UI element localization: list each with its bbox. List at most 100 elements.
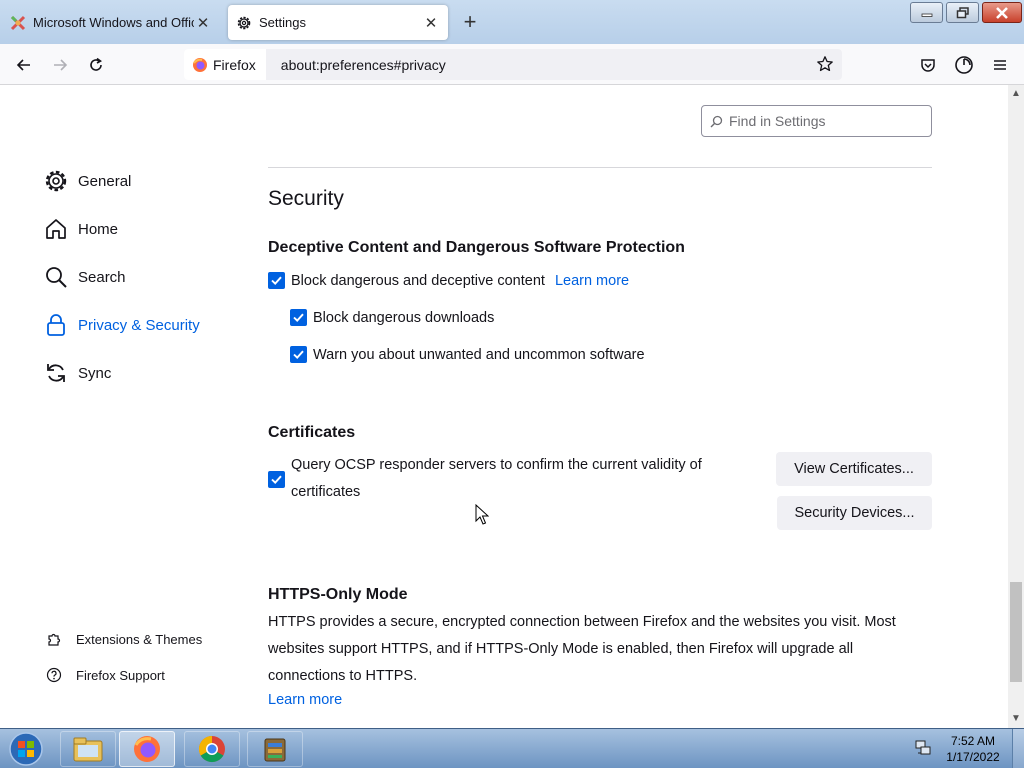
block-deceptive-content-label[interactable]: Block dangerous and deceptive content [291, 273, 545, 289]
pocket-button[interactable] [914, 52, 942, 78]
sync-icon [47, 364, 65, 382]
minimize-button[interactable] [910, 2, 943, 23]
address-bar[interactable]: Firefox about:preferences#privacy [184, 49, 842, 80]
navigation-toolbar: Firefox about:preferences#privacy [0, 44, 1024, 85]
chrome-icon [198, 735, 225, 763]
firefox-icon [134, 736, 160, 762]
restore-icon [956, 6, 969, 18]
forward-button[interactable] [46, 52, 74, 78]
ocsp-row: Query OCSP responder servers to confirm … [268, 452, 738, 506]
sidebar-item-general[interactable]: General [44, 166, 131, 196]
forward-arrow-icon [54, 59, 68, 71]
preferences-page: Find in Settings General Home Search Pri… [0, 85, 1008, 728]
search-placeholder: Find in Settings [729, 113, 826, 129]
taskbar-archive-tool[interactable] [247, 731, 303, 767]
find-in-settings-input[interactable]: Find in Settings [701, 105, 932, 137]
block-downloads-label[interactable]: Block dangerous downloads [313, 310, 494, 326]
taskbar-file-explorer[interactable] [60, 731, 116, 767]
sidebar-item-label: Privacy & Security [78, 316, 200, 334]
learn-more-link[interactable]: Learn more [555, 273, 629, 289]
minimize-icon [921, 13, 932, 17]
scroll-down-icon[interactable]: ▼ [1011, 714, 1021, 724]
warn-unwanted-checkbox[interactable] [290, 346, 307, 363]
clock-time: 7:52 AM [950, 734, 996, 748]
scroll-up-icon[interactable]: ▲ [1011, 89, 1021, 99]
sidebar-footer-label: Firefox Support [76, 667, 165, 683]
search-icon [46, 267, 67, 288]
sidebar-item-sync[interactable]: Sync [44, 358, 111, 388]
firefox-icon [193, 57, 207, 72]
block-downloads-row: Block dangerous downloads [290, 309, 494, 326]
mouse-cursor-icon [475, 504, 489, 525]
network-icon[interactable] [914, 739, 932, 757]
account-button[interactable] [950, 52, 978, 78]
scrollbar-thumb[interactable] [1010, 582, 1022, 682]
sidebar-extensions-themes[interactable]: Extensions & Themes [46, 629, 202, 649]
sidebar-item-home[interactable]: Home [44, 214, 118, 244]
tab-title: Microsoft Windows and Office [33, 15, 194, 30]
ocsp-checkbox[interactable] [268, 470, 285, 488]
tab-title: Settings [259, 15, 306, 30]
checkmark-icon [271, 475, 282, 484]
sidebar-footer-label: Extensions & Themes [76, 631, 203, 647]
sidebar-item-label: General [78, 172, 132, 190]
back-button[interactable] [10, 52, 38, 78]
windows-logo-icon [9, 732, 43, 766]
puzzle-icon [48, 633, 61, 646]
help-icon [46, 667, 62, 683]
url-text[interactable]: about:preferences#privacy [281, 57, 446, 73]
block-downloads-checkbox[interactable] [290, 309, 307, 326]
tab-settings[interactable]: Settings ✕ [228, 5, 448, 40]
ocsp-label[interactable]: Query OCSP responder servers to confirm … [291, 452, 738, 506]
sidebar-item-label: Sync [78, 364, 112, 382]
start-button[interactable] [4, 731, 48, 767]
warn-unwanted-label[interactable]: Warn you about unwanted and uncommon sof… [313, 347, 645, 363]
window-close-button[interactable] [982, 2, 1022, 23]
close-icon[interactable]: ✕ [194, 14, 212, 32]
sidebar-item-privacy-security[interactable]: Privacy & Security [44, 310, 200, 340]
clock-date: 1/17/2022 [946, 750, 1000, 764]
taskbar-chrome[interactable] [184, 731, 240, 767]
hamburger-menu-icon [994, 60, 1006, 70]
taskbar-firefox[interactable] [119, 731, 175, 767]
sidebar-firefox-support[interactable]: Firefox Support [46, 665, 165, 685]
sidebar-item-label: Home [78, 220, 119, 238]
section-title-security: Security [268, 187, 344, 210]
identity-box[interactable]: Firefox [184, 49, 266, 80]
reload-button[interactable] [82, 52, 110, 78]
vertical-scrollbar[interactable]: ▲ ▼ [1008, 85, 1024, 728]
sidebar-item-label: Search [78, 268, 126, 286]
restore-button[interactable] [946, 2, 979, 23]
bookmark-star-icon[interactable] [816, 55, 834, 73]
show-desktop-button[interactable] [1012, 729, 1024, 768]
block-deceptive-content-row: Block dangerous and deceptive content Le… [268, 272, 629, 289]
sidebar-item-search[interactable]: Search [44, 262, 126, 292]
file-explorer-icon [73, 737, 103, 762]
warn-unwanted-row: Warn you about unwanted and uncommon sof… [290, 346, 645, 363]
tab-strip: Microsoft Windows and Office ✕ Settings … [0, 0, 1024, 44]
tab-microsoft-windows[interactable]: Microsoft Windows and Office ✕ [6, 5, 220, 40]
certificates-heading: Certificates [268, 424, 356, 441]
security-devices-button[interactable]: Security Devices... [777, 496, 932, 530]
identity-label: Firefox [213, 56, 256, 73]
close-icon [996, 6, 1008, 19]
search-icon [710, 115, 723, 127]
new-tab-button[interactable]: + [459, 9, 481, 34]
back-arrow-icon [16, 59, 30, 71]
https-only-description: HTTPS provides a secure, encrypted conne… [268, 614, 896, 684]
home-icon [46, 219, 66, 239]
view-certificates-button[interactable]: View Certificates... [776, 452, 932, 486]
archive-icon [264, 738, 286, 762]
system-clock[interactable]: 7:52 AM 1/17/2022 [938, 733, 1008, 765]
lock-icon [47, 314, 65, 336]
checkmark-icon [271, 276, 282, 285]
menu-button[interactable] [986, 52, 1014, 78]
block-deceptive-content-checkbox[interactable] [268, 272, 285, 289]
tool-icon [10, 15, 26, 30]
deceptive-content-heading: Deceptive Content and Dangerous Software… [268, 239, 685, 256]
windows-taskbar: 7:52 AM 1/17/2022 [0, 728, 1024, 768]
gear-icon [45, 170, 67, 192]
https-learn-more-link[interactable]: Learn more [268, 692, 342, 708]
close-icon[interactable]: ✕ [422, 14, 440, 32]
pocket-icon [921, 59, 935, 72]
